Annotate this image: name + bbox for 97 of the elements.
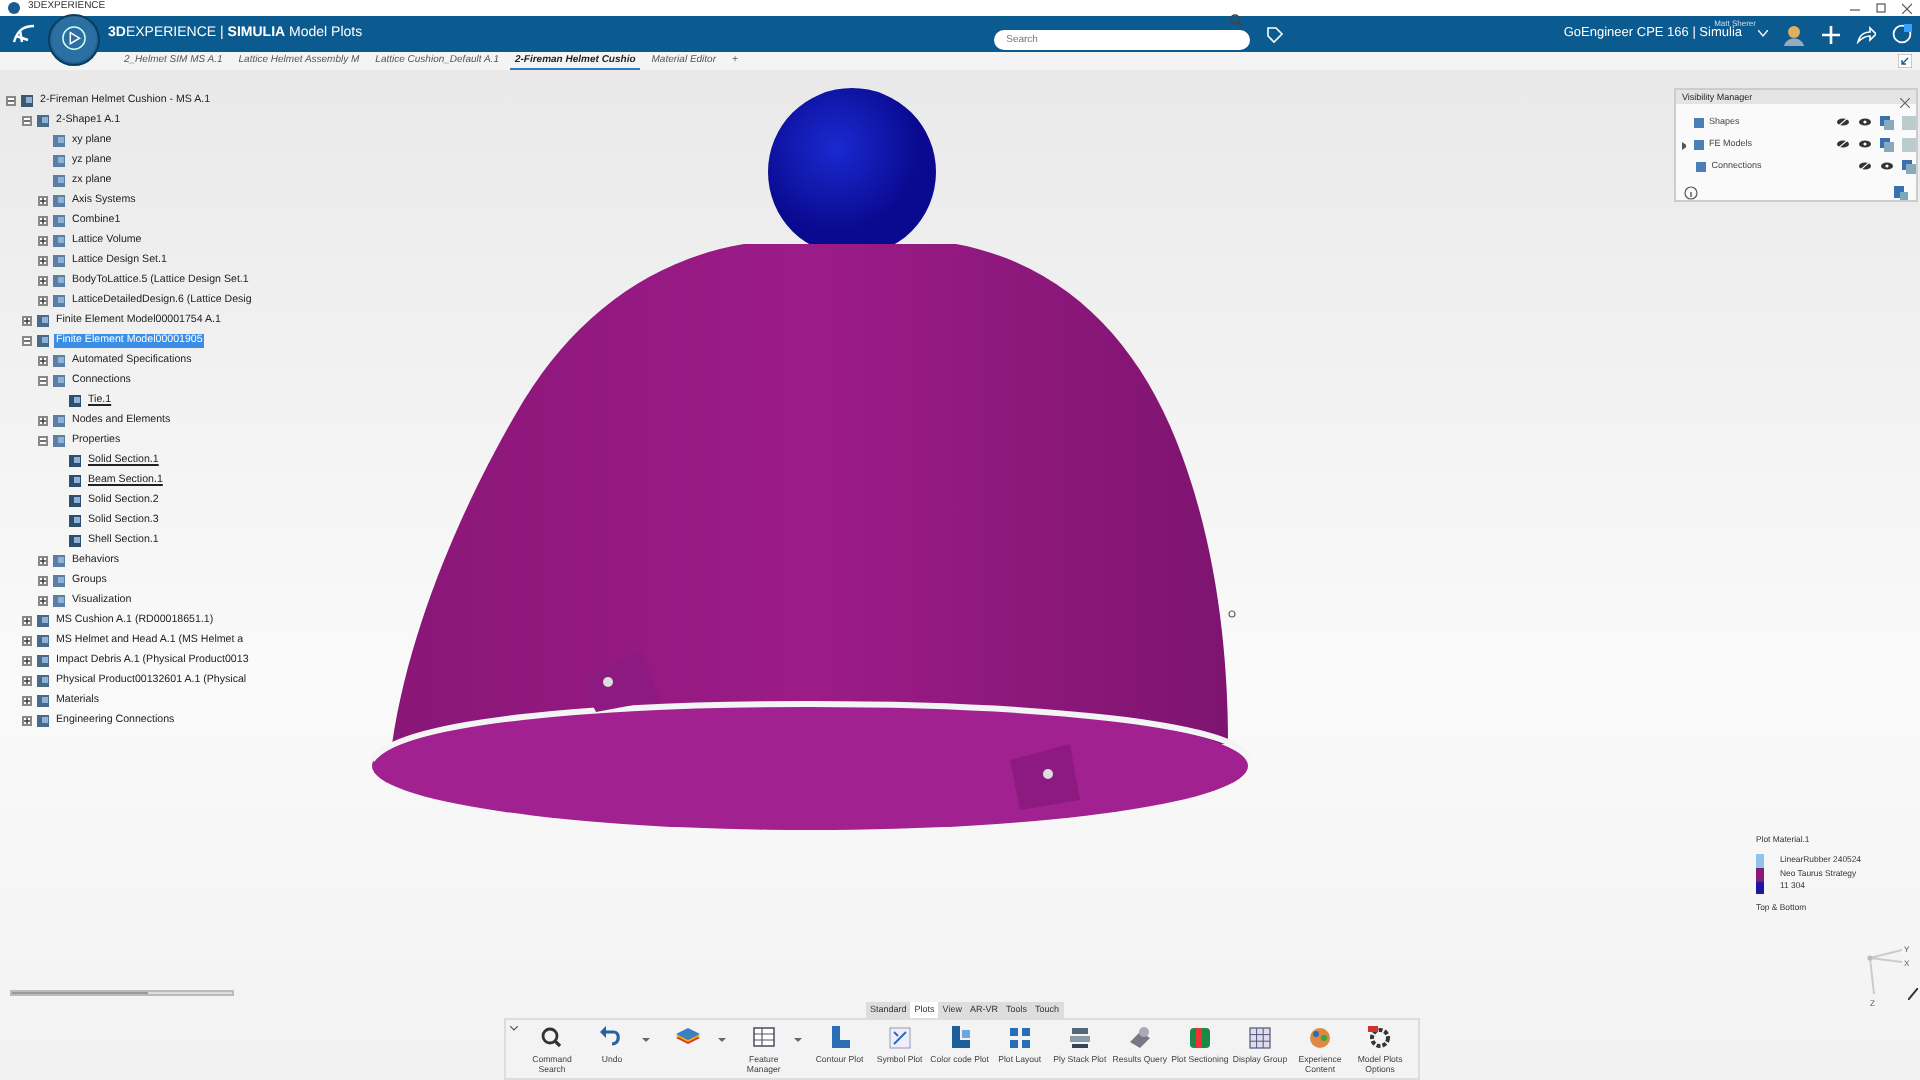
tree-node-icon [36,313,50,327]
tree-node-icon [52,553,66,567]
tree-node-icon [68,513,82,527]
tree-node-icon [68,453,82,467]
tree-node-icon [52,153,66,167]
tree-node-icon [36,693,50,707]
layers-icon[interactable] [1894,186,1908,200]
expander-toggle[interactable] [22,115,32,125]
tree-node-icon [36,113,50,127]
tree-node-icon [36,673,50,687]
collapse-icon[interactable] [1898,54,1912,68]
tree-node-icon [36,333,50,347]
expander-toggle[interactable] [38,275,48,285]
tree-node-icon [52,573,66,587]
dropdown-caret-icon[interactable] [642,1038,650,1044]
plus-icon[interactable] [1822,25,1840,43]
magnifier-icon [540,1026,565,1050]
expander-toggle[interactable] [38,355,48,365]
slider-track[interactable] [10,990,234,996]
expander-toggle[interactable] [38,195,48,205]
brand-logo-icon[interactable] [12,24,36,44]
pencil-icon[interactable] [1908,988,1918,1000]
tree-node-icon [52,193,66,207]
tree-node-icon [68,473,82,487]
expand-arrow-icon[interactable] [1682,141,1687,149]
expander-toggle[interactable] [38,555,48,565]
tree-node-icon [52,253,66,267]
share-icon[interactable] [1856,25,1876,43]
expander-toggle[interactable] [38,415,48,425]
tree-node-icon [52,413,66,427]
display-grid-icon [1247,1026,1272,1050]
expander-toggle[interactable] [22,635,32,645]
expander-toggle[interactable] [38,215,48,225]
avatar-icon[interactable] [1784,23,1806,45]
palette-icon [1308,1026,1333,1050]
eye-icon[interactable] [1857,116,1872,128]
expander-toggle[interactable] [6,95,16,105]
tree-node-icon [68,393,82,407]
eye-icon[interactable] [1857,138,1872,150]
tree-node-icon [52,373,66,387]
tree-node-icon [52,213,66,227]
expander-toggle[interactable] [38,595,48,605]
tree-node-icon [52,273,66,287]
grid-icon [751,1026,776,1050]
hide-icon[interactable] [1835,138,1850,150]
expander-toggle[interactable] [38,295,48,305]
help-icon[interactable] [1892,24,1912,44]
search-icon[interactable] [1230,14,1243,26]
caret-icon[interactable] [510,1026,518,1032]
info-icon[interactable] [1684,186,1698,200]
expander-toggle[interactable] [38,375,48,385]
expander-toggle[interactable] [22,315,32,325]
l-shape-icon [827,1026,852,1050]
undo-icon [600,1026,625,1050]
expander-toggle[interactable] [22,715,32,725]
tree-node-icon [68,493,82,507]
expander-toggle[interactable] [22,655,32,665]
blocks-icon [947,1026,972,1050]
cursor-icon [1228,610,1236,618]
stack-icon [1067,1026,1092,1050]
expander-toggle[interactable] [22,615,32,625]
expander-toggle[interactable] [22,675,32,685]
close-icon[interactable] [1900,98,1910,108]
gear-icon [1368,1026,1393,1050]
app-logo-icon [8,2,20,14]
tree-node-icon [52,133,66,147]
expander-toggle[interactable] [22,695,32,705]
tree-node-icon [52,593,66,607]
maximize-icon[interactable] [1876,2,1886,14]
query-icon [1127,1026,1152,1050]
expander-toggle[interactable] [38,435,48,445]
hide-icon[interactable] [1858,160,1872,172]
dropdown-caret-icon[interactable] [793,1038,802,1044]
expander-toggle[interactable] [38,255,48,265]
dropdown-caret-icon[interactable] [717,1038,726,1044]
tree-node-icon [68,533,82,547]
tree-node-icon [36,713,50,727]
tree-node-icon [20,93,34,107]
expander-toggle[interactable] [38,575,48,585]
tree-node-icon [52,433,66,447]
eye-icon[interactable] [1880,160,1894,172]
close-icon[interactable] [1902,2,1912,14]
tree-node-icon [36,633,50,647]
hide-icon[interactable] [1835,116,1850,128]
tree-node-icon [36,653,50,667]
tree-node-icon [36,613,50,627]
expander-toggle[interactable] [22,335,32,345]
layout-icon [1007,1026,1032,1050]
color-scale-bar [1756,854,1764,895]
section-icon [1187,1026,1212,1050]
tree-node-icon [52,173,66,187]
layers-icon [675,1026,700,1050]
tree-node-icon [52,233,66,247]
tree-node-icon [52,293,66,307]
tree-node-icon [52,353,66,367]
expander-toggle[interactable] [38,235,48,245]
tag-icon[interactable] [1266,25,1285,43]
